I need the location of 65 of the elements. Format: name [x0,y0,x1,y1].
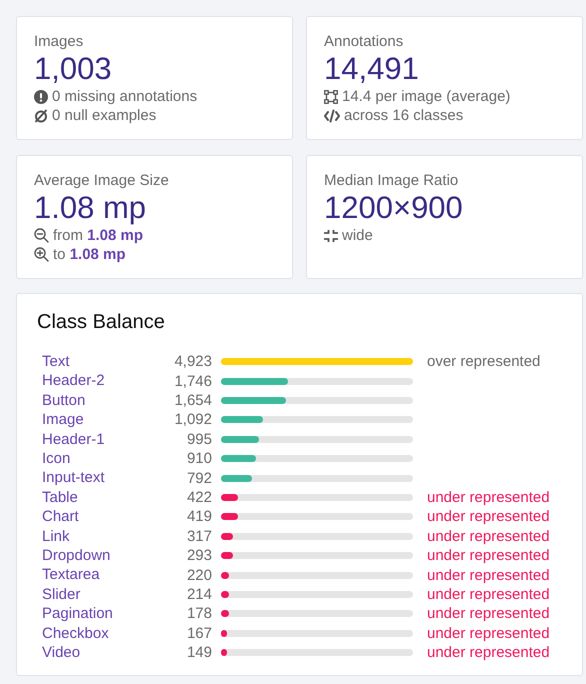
class-link[interactable]: Header-2 [37,371,105,391]
card-title: Images [34,33,84,51]
class-link[interactable]: Dropdown [37,546,110,566]
card-title: Annotations [324,33,404,51]
class-link[interactable]: Checkbox [37,624,109,644]
class-count: 1,654 [173,392,213,410]
class-link[interactable]: Header-1 [37,430,105,450]
class-link[interactable]: Image [37,410,84,430]
class-count: 422 [186,489,213,506]
representation-note: under represented [426,508,551,526]
class-count: 995 [186,430,213,448]
class-link[interactable]: Text [37,352,70,372]
representation-note: under represented [426,489,551,506]
card-detail: 0 null examples [52,106,156,125]
class-link[interactable]: Icon [37,449,70,468]
representation-note: under represented [426,566,551,584]
class-count: 317 [186,528,213,545]
class-count: 4,923 [173,353,213,370]
class-link[interactable]: Input-text [37,468,105,488]
class-count: 1,746 [173,372,213,390]
representation-note: under represented [426,528,551,545]
class-count: 792 [186,470,213,487]
class-count: 1,092 [173,411,213,428]
section-title: Class Balance [37,311,166,334]
class-count: 167 [186,624,213,642]
class-link[interactable]: Chart [37,507,79,527]
card-detail: from 1.08 mp [53,226,144,245]
zoom-in-icon [34,247,49,262]
representation-note: under represented [426,605,551,622]
compress-icon [324,230,338,242]
zoom-out-icon [34,228,49,243]
class-link[interactable]: Slider [37,584,80,604]
card-detail: 14.4 per image (average) [342,87,510,106]
empty-set-icon [34,108,48,122]
class-link[interactable]: Link [37,526,70,546]
card-title: Median Image Ratio [324,172,460,190]
class-link[interactable]: Textarea [37,565,100,585]
representation-note: under represented [426,644,551,662]
card-value: 1200×900 [324,190,464,226]
card-detail: wide [342,226,373,245]
class-count: 214 [186,586,213,604]
card-detail: to 1.08 mp [53,245,126,264]
class-link[interactable]: Button [37,390,86,410]
card-detail: across 16 classes [344,106,464,125]
class-count: 149 [186,644,213,662]
class-count: 419 [186,508,213,526]
alert-icon [34,90,48,104]
class-link[interactable]: Video [37,643,80,662]
card-value: 1.08 mp [34,190,148,226]
bounding-box-icon [324,90,338,104]
representation-note: under represented [426,624,551,642]
card-value: 1,003 [34,51,113,87]
class-count: 178 [186,605,213,622]
card-title: Average Image Size [34,172,170,190]
representation-note: over represented [426,353,542,370]
class-count: 293 [186,547,213,564]
card-value: 14,491 [324,51,420,87]
representation-note: under represented [426,547,551,564]
representation-note: under represented [426,586,551,604]
card-detail: 0 missing annotations [52,87,198,106]
class-count: 910 [186,450,213,468]
class-count: 220 [186,566,213,584]
code-icon [324,108,340,122]
class-link[interactable]: Table [37,488,78,508]
class-link[interactable]: Pagination [37,604,113,624]
